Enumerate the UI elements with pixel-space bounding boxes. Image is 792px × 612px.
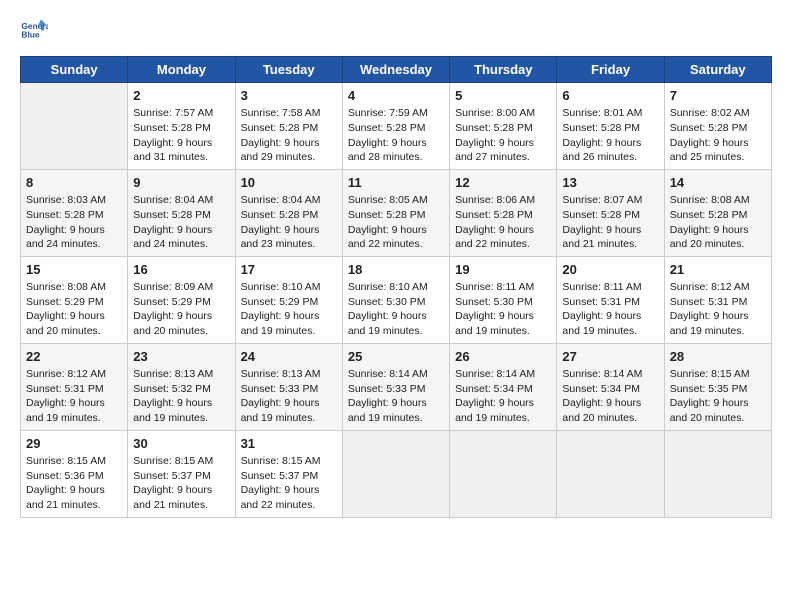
day-number: 12 xyxy=(455,174,551,192)
logo-icon: GeneralBlue xyxy=(20,18,48,46)
day-number: 27 xyxy=(562,348,658,366)
calendar-cell: 22Sunrise: 8:12 AMSunset: 5:31 PMDayligh… xyxy=(21,343,128,430)
calendar-cell: 26Sunrise: 8:14 AMSunset: 5:34 PMDayligh… xyxy=(450,343,557,430)
calendar-cell: 17Sunrise: 8:10 AMSunset: 5:29 PMDayligh… xyxy=(235,256,342,343)
calendar-cell: 9Sunrise: 8:04 AMSunset: 5:28 PMDaylight… xyxy=(128,169,235,256)
day-number: 7 xyxy=(670,87,766,105)
calendar-cell: 25Sunrise: 8:14 AMSunset: 5:33 PMDayligh… xyxy=(342,343,449,430)
day-number: 3 xyxy=(241,87,337,105)
day-number: 17 xyxy=(241,261,337,279)
day-number: 8 xyxy=(26,174,122,192)
calendar-cell: 20Sunrise: 8:11 AMSunset: 5:31 PMDayligh… xyxy=(557,256,664,343)
calendar-cell: 10Sunrise: 8:04 AMSunset: 5:28 PMDayligh… xyxy=(235,169,342,256)
day-header-friday: Friday xyxy=(557,57,664,83)
svg-text:Blue: Blue xyxy=(21,30,39,40)
day-number: 28 xyxy=(670,348,766,366)
day-header-thursday: Thursday xyxy=(450,57,557,83)
day-number: 6 xyxy=(562,87,658,105)
day-header-wednesday: Wednesday xyxy=(342,57,449,83)
day-number: 30 xyxy=(133,435,229,453)
calendar-cell: 2Sunrise: 7:57 AMSunset: 5:28 PMDaylight… xyxy=(128,83,235,170)
calendar-cell: 6Sunrise: 8:01 AMSunset: 5:28 PMDaylight… xyxy=(557,83,664,170)
logo: GeneralBlue xyxy=(20,18,50,46)
calendar-cell xyxy=(342,430,449,517)
calendar-cell: 11Sunrise: 8:05 AMSunset: 5:28 PMDayligh… xyxy=(342,169,449,256)
day-number: 18 xyxy=(348,261,444,279)
day-header-saturday: Saturday xyxy=(664,57,771,83)
calendar-cell xyxy=(557,430,664,517)
day-number: 10 xyxy=(241,174,337,192)
calendar-cell: 7Sunrise: 8:02 AMSunset: 5:28 PMDaylight… xyxy=(664,83,771,170)
calendar-cell: 12Sunrise: 8:06 AMSunset: 5:28 PMDayligh… xyxy=(450,169,557,256)
day-number: 16 xyxy=(133,261,229,279)
day-number: 23 xyxy=(133,348,229,366)
calendar-cell: 31Sunrise: 8:15 AMSunset: 5:37 PMDayligh… xyxy=(235,430,342,517)
day-number: 19 xyxy=(455,261,551,279)
day-number: 25 xyxy=(348,348,444,366)
day-number: 29 xyxy=(26,435,122,453)
calendar-cell xyxy=(664,430,771,517)
calendar-cell: 16Sunrise: 8:09 AMSunset: 5:29 PMDayligh… xyxy=(128,256,235,343)
calendar-cell: 15Sunrise: 8:08 AMSunset: 5:29 PMDayligh… xyxy=(21,256,128,343)
calendar-cell: 4Sunrise: 7:59 AMSunset: 5:28 PMDaylight… xyxy=(342,83,449,170)
calendar-cell: 13Sunrise: 8:07 AMSunset: 5:28 PMDayligh… xyxy=(557,169,664,256)
calendar-cell: 24Sunrise: 8:13 AMSunset: 5:33 PMDayligh… xyxy=(235,343,342,430)
day-header-sunday: Sunday xyxy=(21,57,128,83)
calendar-cell: 5Sunrise: 8:00 AMSunset: 5:28 PMDaylight… xyxy=(450,83,557,170)
day-number: 15 xyxy=(26,261,122,279)
day-header-monday: Monday xyxy=(128,57,235,83)
calendar-cell: 3Sunrise: 7:58 AMSunset: 5:28 PMDaylight… xyxy=(235,83,342,170)
day-number: 21 xyxy=(670,261,766,279)
calendar-cell: 28Sunrise: 8:15 AMSunset: 5:35 PMDayligh… xyxy=(664,343,771,430)
day-number: 14 xyxy=(670,174,766,192)
day-number: 31 xyxy=(241,435,337,453)
day-number: 24 xyxy=(241,348,337,366)
calendar-cell xyxy=(450,430,557,517)
header-row: GeneralBlue xyxy=(20,18,772,46)
calendar-cell: 8Sunrise: 8:03 AMSunset: 5:28 PMDaylight… xyxy=(21,169,128,256)
calendar-cell: 30Sunrise: 8:15 AMSunset: 5:37 PMDayligh… xyxy=(128,430,235,517)
day-number: 11 xyxy=(348,174,444,192)
calendar-cell: 29Sunrise: 8:15 AMSunset: 5:36 PMDayligh… xyxy=(21,430,128,517)
day-number: 13 xyxy=(562,174,658,192)
calendar-table: SundayMondayTuesdayWednesdayThursdayFrid… xyxy=(20,56,772,518)
day-number: 5 xyxy=(455,87,551,105)
calendar-cell: 14Sunrise: 8:08 AMSunset: 5:28 PMDayligh… xyxy=(664,169,771,256)
day-number: 2 xyxy=(133,87,229,105)
calendar-cell: 23Sunrise: 8:13 AMSunset: 5:32 PMDayligh… xyxy=(128,343,235,430)
calendar-cell: 19Sunrise: 8:11 AMSunset: 5:30 PMDayligh… xyxy=(450,256,557,343)
day-number: 22 xyxy=(26,348,122,366)
day-header-tuesday: Tuesday xyxy=(235,57,342,83)
page-container: GeneralBlue SundayMondayTuesdayWednesday… xyxy=(0,0,792,528)
day-number: 4 xyxy=(348,87,444,105)
day-number: 26 xyxy=(455,348,551,366)
calendar-cell: 21Sunrise: 8:12 AMSunset: 5:31 PMDayligh… xyxy=(664,256,771,343)
calendar-cell: 27Sunrise: 8:14 AMSunset: 5:34 PMDayligh… xyxy=(557,343,664,430)
day-number: 9 xyxy=(133,174,229,192)
day-number: 20 xyxy=(562,261,658,279)
calendar-cell xyxy=(21,83,128,170)
calendar-cell: 18Sunrise: 8:10 AMSunset: 5:30 PMDayligh… xyxy=(342,256,449,343)
